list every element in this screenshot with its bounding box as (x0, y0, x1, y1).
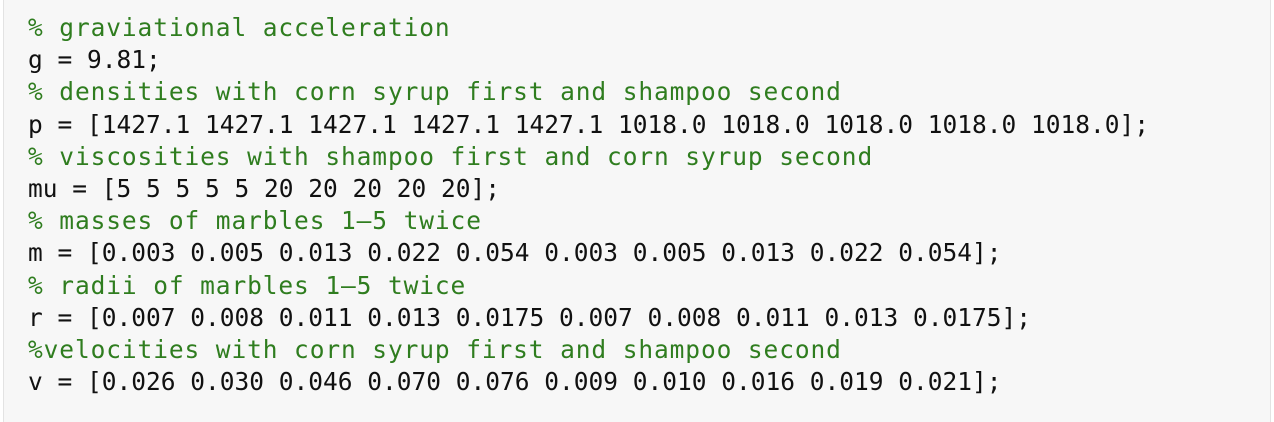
comment-line-radii: % radii of marbles 1–5 twice (28, 270, 467, 300)
comment-line-viscosities: % viscosities with shampoo first and cor… (28, 141, 874, 171)
code-line-m: m = [0.003 0.005 0.013 0.022 0.054 0.003… (28, 238, 1002, 268)
code-line-mu: mu = [5 5 5 5 5 20 20 20 20 20]; (28, 173, 501, 203)
comment-line-gravity: % graviational acceleration (28, 13, 451, 42)
comment-line-masses: % masses of marbles 1–5 twice (28, 206, 482, 236)
code-line-p: p = [1427.1 1427.1 1427.1 1427.1 1427.1 … (28, 109, 1150, 139)
code-line-r: r = [0.007 0.008 0.011 0.013 0.0175 0.00… (28, 302, 1032, 332)
code-line-g: g = 9.81; (28, 45, 161, 75)
comment-line-velocities: %velocities with corn syrup first and sh… (28, 334, 842, 364)
code-line-v: v = [0.026 0.030 0.046 0.070 0.076 0.009… (28, 367, 1002, 397)
code-block: % graviational acceleration g = 9.81; % … (3, 0, 1271, 422)
comment-line-densities: % densities with corn syrup first and sh… (28, 77, 842, 107)
